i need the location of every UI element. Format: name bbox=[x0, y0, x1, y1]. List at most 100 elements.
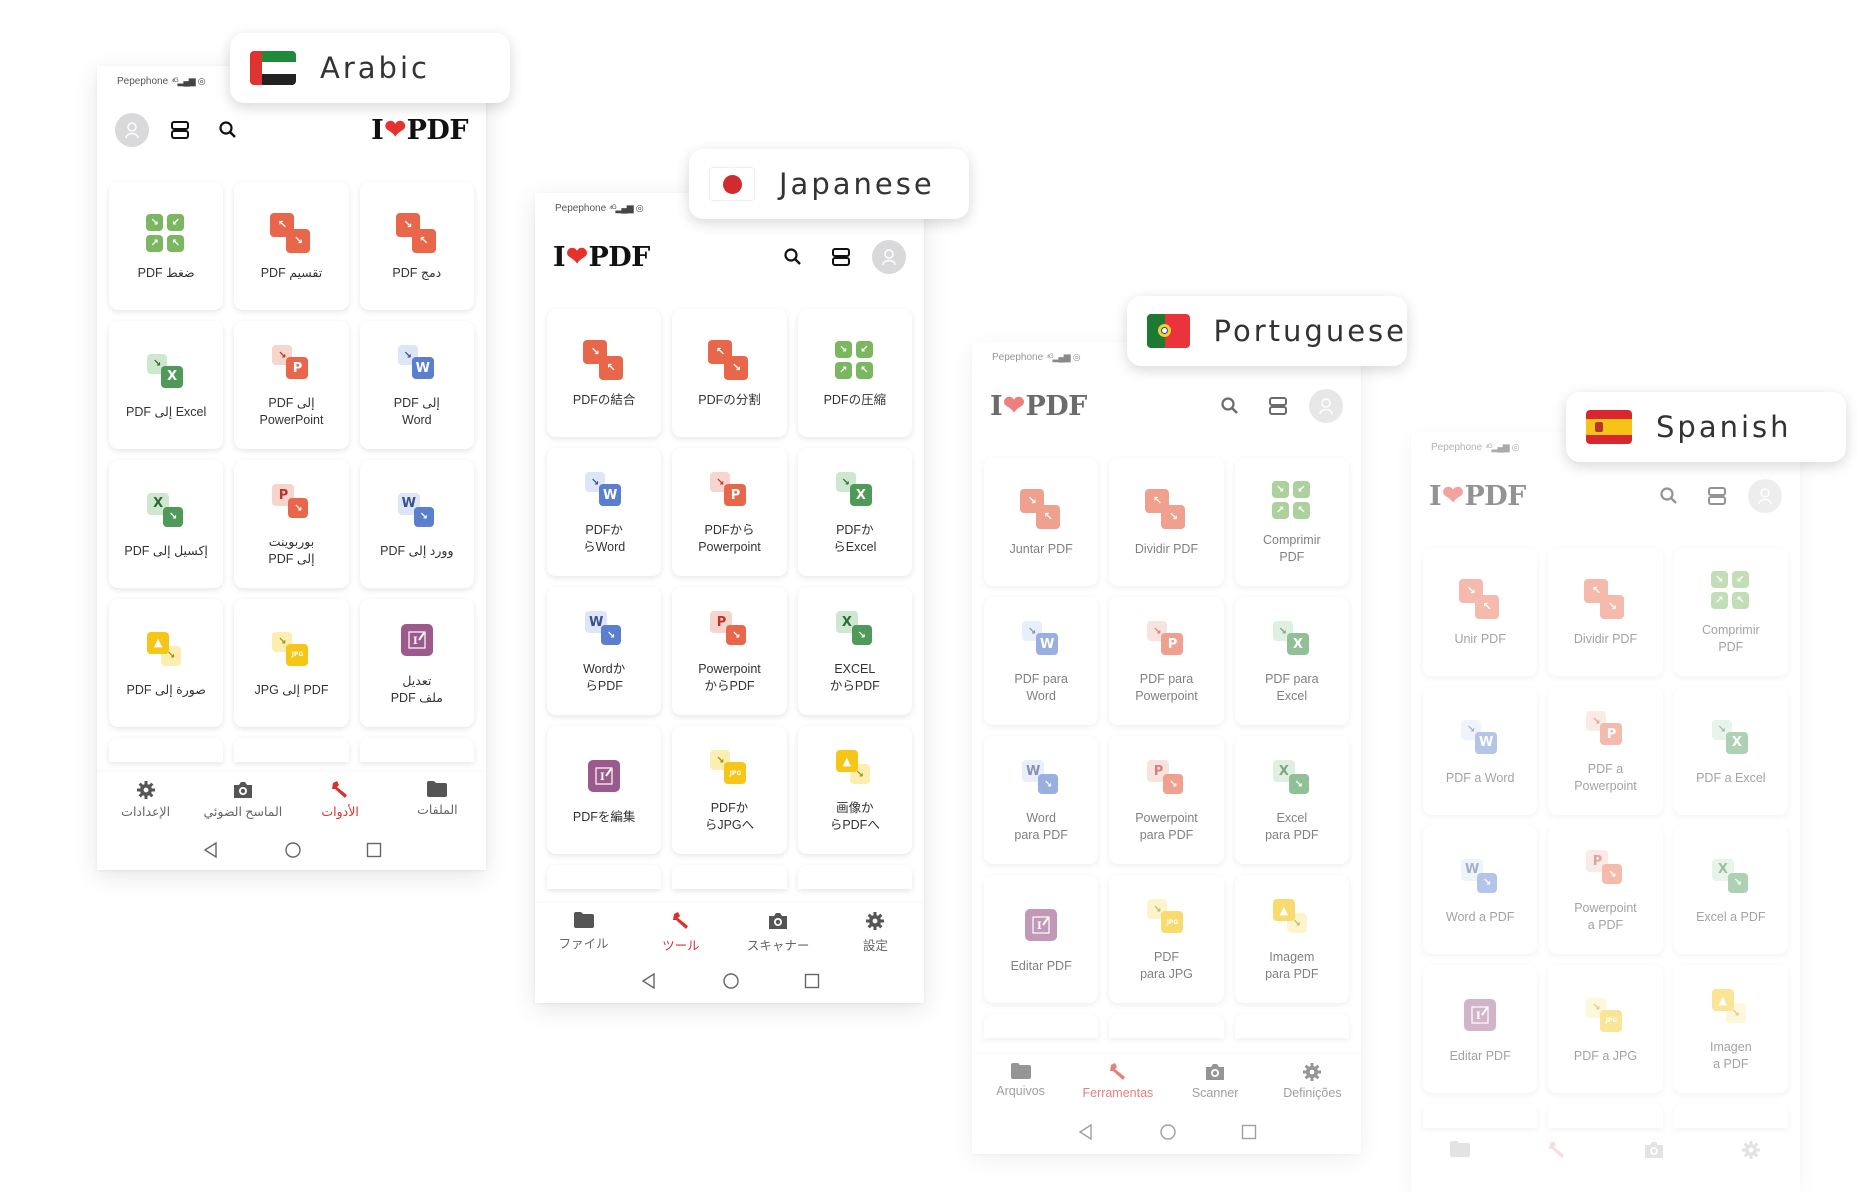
nav-item-settings[interactable]: 設定 bbox=[827, 911, 924, 954]
tool-tile-image-to-pdf[interactable]: ↘ ▲ Imagem para PDF bbox=[1234, 875, 1349, 1003]
tool-tile-image-to-pdf[interactable]: ↘ ▲ Imagen a PDF bbox=[1673, 965, 1788, 1093]
tool-tile-ppt-to-pdf[interactable]: P ↘ Powerpoint para PDF bbox=[1109, 736, 1224, 864]
tool-tile-excel-to-pdf[interactable]: X ↘ EXCEL からPDF bbox=[797, 587, 912, 715]
nav-item-files[interactable]: Arquivos bbox=[972, 1062, 1069, 1098]
tool-tile-partial[interactable] bbox=[672, 865, 787, 889]
tool-tile-pdf-to-excel[interactable]: ↘ X Excel إلى PDF bbox=[109, 321, 224, 449]
home-icon[interactable] bbox=[284, 841, 302, 859]
tool-tile-excel-to-pdf[interactable]: X ↘ Excel para PDF bbox=[1234, 736, 1349, 864]
tool-tile-excel-to-pdf[interactable]: X ↘ Excel a PDF bbox=[1673, 826, 1788, 954]
tool-tile-merge[interactable]: ↘ ↖ PDFの結合 bbox=[547, 309, 662, 437]
tool-tile-partial[interactable] bbox=[1548, 1104, 1663, 1128]
tool-tile-merge[interactable]: ↘ ↖ دمج PDF bbox=[359, 182, 474, 310]
tool-tile-split[interactable]: ↖ ↘ PDFの分割 bbox=[672, 309, 787, 437]
tool-tile-pdf-to-excel[interactable]: ↘ X PDF para Excel bbox=[1234, 597, 1349, 725]
tool-tile-merge[interactable]: ↘ ↖ Juntar PDF bbox=[984, 458, 1099, 586]
tool-tile-partial[interactable] bbox=[984, 1014, 1099, 1038]
tool-tile-pdf-to-word[interactable]: ↘ W PDF a Word bbox=[1423, 687, 1538, 815]
layout-toggle-icon[interactable] bbox=[163, 113, 197, 147]
back-icon[interactable] bbox=[640, 972, 658, 990]
tool-label: PDFか らJPGへ bbox=[704, 801, 755, 832]
tool-tile-word-to-pdf[interactable]: W ↘ Word a PDF bbox=[1423, 826, 1538, 954]
user-avatar-icon[interactable] bbox=[872, 240, 906, 274]
tool-label: إلى PDF PowerPoint bbox=[259, 396, 324, 427]
nav-item-scanner[interactable] bbox=[1606, 1140, 1703, 1164]
tool-tile-word-to-pdf[interactable]: W ↘ Wordか らPDF bbox=[547, 587, 662, 715]
nav-item-settings[interactable]: الإعدادات bbox=[97, 780, 194, 819]
tool-tile-edit-pdf[interactable]: I Editar PDF bbox=[984, 875, 1099, 1003]
tool-tile-image-to-pdf[interactable]: ↘ ▲ صورة إلى PDF bbox=[109, 599, 224, 727]
tool-tile-ppt-to-pdf[interactable]: P ↘ Powerpoint a PDF bbox=[1548, 826, 1663, 954]
search-icon[interactable] bbox=[1213, 389, 1247, 423]
tool-tile-pdf-to-word[interactable]: ↘ W PDF para Word bbox=[984, 597, 1099, 725]
search-icon[interactable] bbox=[776, 240, 810, 274]
nav-item-tools[interactable]: ツール bbox=[632, 911, 729, 954]
home-icon[interactable] bbox=[722, 972, 740, 990]
tool-tile-excel-to-pdf[interactable]: X ↘ إكسيل إلى PDF bbox=[109, 460, 224, 588]
nav-item-files[interactable] bbox=[1411, 1140, 1508, 1162]
nav-item-scanner[interactable]: スキャナー bbox=[730, 911, 827, 954]
tool-tile-word-to-pdf[interactable]: W ↘ وورد إلى PDF bbox=[359, 460, 474, 588]
nav-item-tools[interactable]: Ferramentas bbox=[1069, 1062, 1166, 1100]
nav-item-tools[interactable]: الأدوات bbox=[292, 780, 389, 819]
tool-tile-pdf-to-word[interactable]: ↘ W إلى PDF Word bbox=[359, 321, 474, 449]
home-icon[interactable] bbox=[1159, 1123, 1177, 1141]
tool-tile-compress[interactable]: ↘ ↙ ↗ ↖ ضغط PDF bbox=[109, 182, 224, 310]
layout-toggle-icon[interactable] bbox=[1261, 389, 1295, 423]
tool-tile-ppt-to-pdf[interactable]: P ↘ بوربوينت إلى PDF bbox=[234, 460, 349, 588]
nav-item-scanner[interactable]: الماسح الضوئي bbox=[194, 780, 291, 819]
tool-tile-partial[interactable] bbox=[1423, 1104, 1538, 1128]
tool-tile-split[interactable]: ↖ ↘ Dividir PDF bbox=[1109, 458, 1224, 586]
tool-tile-partial[interactable] bbox=[1109, 1014, 1224, 1038]
tool-tile-pdf-to-ppt[interactable]: ↘ P PDF para Powerpoint bbox=[1109, 597, 1224, 725]
tool-tile-pdf-to-word[interactable]: ↘ W PDFか らWord bbox=[547, 448, 662, 576]
tool-tile-image-to-pdf[interactable]: ↘ ▲ 画像か らPDFへ bbox=[797, 726, 912, 854]
nav-item-settings[interactable]: Definições bbox=[1264, 1062, 1361, 1100]
layout-toggle-icon[interactable] bbox=[1700, 479, 1734, 513]
tool-tile-pdf-to-jpg[interactable]: ↘ JPG PDF para JPG bbox=[1109, 875, 1224, 1003]
tool-tile-partial[interactable] bbox=[1234, 1014, 1349, 1038]
tool-tile-pdf-to-excel[interactable]: ↘ X PDF a Excel bbox=[1673, 687, 1788, 815]
tool-tile-partial[interactable] bbox=[797, 865, 912, 889]
tool-tile-partial[interactable] bbox=[547, 865, 662, 889]
recents-icon[interactable] bbox=[366, 842, 382, 858]
tool-tile-partial[interactable] bbox=[1673, 1104, 1788, 1128]
nav-item-scanner[interactable]: Scanner bbox=[1167, 1062, 1264, 1100]
nav-item-tools[interactable] bbox=[1508, 1140, 1605, 1164]
search-icon[interactable] bbox=[211, 113, 245, 147]
tool-tile-pdf-to-ppt[interactable]: ↘ P PDF a Powerpoint bbox=[1548, 687, 1663, 815]
back-icon[interactable] bbox=[1077, 1123, 1095, 1141]
back-icon[interactable] bbox=[202, 841, 220, 859]
tool-tile-pdf-to-ppt[interactable]: ↘ P PDFから Powerpoint bbox=[672, 448, 787, 576]
tool-tile-partial[interactable] bbox=[359, 738, 474, 762]
tool-tile-pdf-to-ppt[interactable]: ↘ P إلى PDF PowerPoint bbox=[234, 321, 349, 449]
tool-tile-merge[interactable]: ↘ ↖ Unir PDF bbox=[1423, 548, 1538, 676]
tool-tile-split[interactable]: ↖ ↘ Dividir PDF bbox=[1548, 548, 1663, 676]
tool-tile-compress[interactable]: ↘ ↙ ↗ ↖ Comprimir PDF bbox=[1673, 548, 1788, 676]
tool-tile-split[interactable]: ↖ ↘ تقسيم PDF bbox=[234, 182, 349, 310]
tool-tile-pdf-to-jpg[interactable]: ↘ JPG PDF a JPG bbox=[1548, 965, 1663, 1093]
layout-toggle-icon[interactable] bbox=[824, 240, 858, 274]
tool-tile-edit-pdf[interactable]: I PDFを編集 bbox=[547, 726, 662, 854]
tool-tile-compress[interactable]: ↘ ↙ ↗ ↖ Comprimir PDF bbox=[1234, 458, 1349, 586]
user-avatar-icon[interactable] bbox=[115, 113, 149, 147]
tool-tile-word-to-pdf[interactable]: W ↘ Word para PDF bbox=[984, 736, 1099, 864]
nav-item-settings[interactable] bbox=[1703, 1140, 1800, 1164]
tool-tile-edit-pdf[interactable]: I تعديل ملف PDF bbox=[359, 599, 474, 727]
tool-tile-pdf-to-jpg[interactable]: ↘ JPG PDFか らJPGへ bbox=[672, 726, 787, 854]
tool-tile-pdf-to-excel[interactable]: ↘ X PDFか らExcel bbox=[797, 448, 912, 576]
tool-tile-edit-pdf[interactable]: I Editar PDF bbox=[1423, 965, 1538, 1093]
recents-icon[interactable] bbox=[804, 973, 820, 989]
nav-item-files[interactable]: الملفات bbox=[389, 780, 486, 817]
recents-icon[interactable] bbox=[1241, 1124, 1257, 1140]
tool-label: PDF para Excel bbox=[1265, 672, 1319, 703]
tool-tile-compress[interactable]: ↘ ↙ ↗ ↖ PDFの圧縮 bbox=[797, 309, 912, 437]
tool-tile-partial[interactable] bbox=[109, 738, 224, 762]
tool-tile-ppt-to-pdf[interactable]: P ↘ Powerpoint からPDF bbox=[672, 587, 787, 715]
search-icon[interactable] bbox=[1652, 479, 1686, 513]
nav-item-files[interactable]: ファイル bbox=[535, 911, 632, 952]
user-avatar-icon[interactable] bbox=[1309, 389, 1343, 423]
tool-tile-pdf-to-jpg[interactable]: ↘ JPG PDF إلى JPG bbox=[234, 599, 349, 727]
tool-tile-partial[interactable] bbox=[234, 738, 349, 762]
user-avatar-icon[interactable] bbox=[1748, 479, 1782, 513]
